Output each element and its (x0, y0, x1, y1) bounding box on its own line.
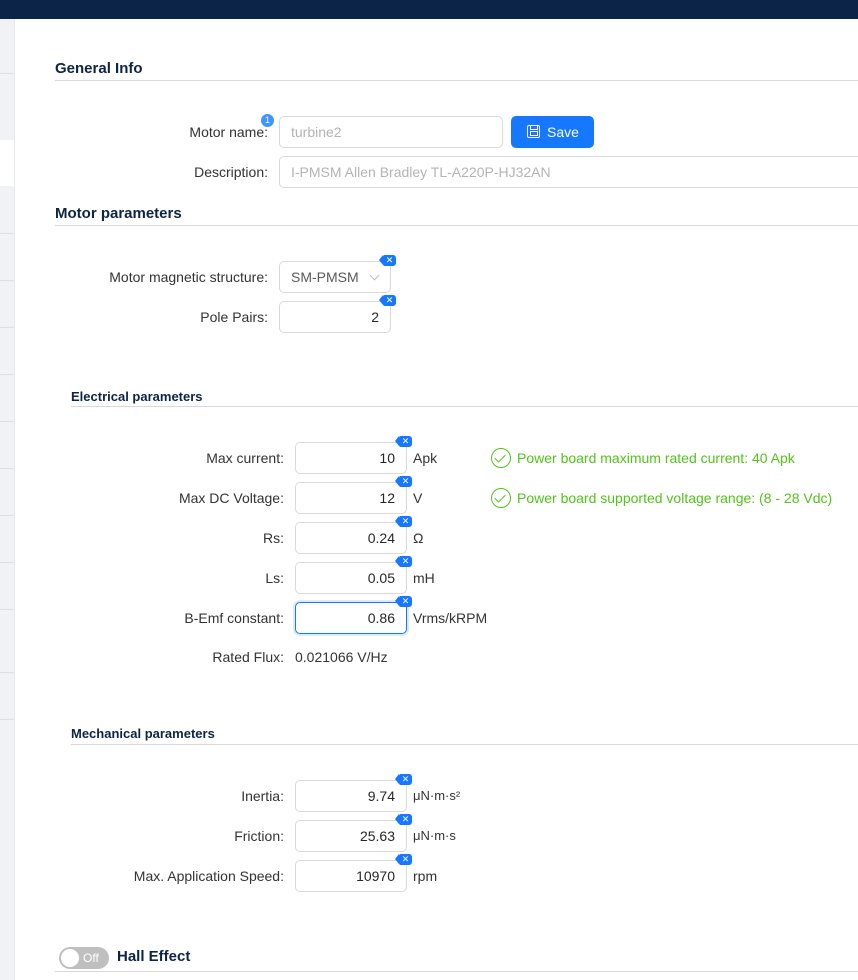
reset-structure-icon[interactable]: ✕ (379, 255, 396, 266)
chevron-down-icon (369, 270, 380, 281)
max-voltage-input[interactable]: 12 (295, 482, 407, 514)
max-current-unit: Apk (413, 450, 438, 466)
magnetic-structure-label: Motor magnetic structure: (109, 269, 268, 285)
toggle-state-label: Off (83, 951, 99, 965)
reset-max-voltage-icon[interactable]: ✕ (395, 476, 412, 487)
description-label: Description: (194, 164, 268, 180)
pole-pairs-input[interactable]: 2 (279, 301, 391, 333)
hall-effect-toggle[interactable]: Off (59, 947, 109, 969)
motor-name-label: Motor name: (189, 124, 268, 140)
reset-inertia-icon[interactable]: ✕ (395, 774, 412, 785)
rs-unit: Ω (413, 530, 424, 546)
rated-flux-value: 0.021066 V/Hz (295, 649, 388, 665)
description-input[interactable]: I-PMSM Allen Bradley TL-A220P-HJ32AN (279, 156, 858, 188)
check-circle-icon (491, 488, 511, 508)
inertia-unit: μN·m·s² (413, 788, 461, 803)
inertia-label: Inertia: (241, 788, 284, 804)
max-voltage-message: Power board supported voltage range: (8 … (517, 490, 833, 506)
ls-label: Ls: (265, 570, 284, 586)
friction-input[interactable]: 25.63 (295, 820, 407, 852)
motor-name-count-badge: 1 (261, 114, 274, 127)
max-voltage-label: Max DC Voltage: (178, 490, 284, 506)
max-speed-input[interactable]: 10970 (295, 860, 407, 892)
max-speed-label: Max. Application Speed: (133, 868, 284, 884)
rs-input[interactable]: 0.24 (295, 522, 407, 554)
reset-max-current-icon[interactable]: ✕ (395, 436, 412, 447)
magnetic-structure-value: SM-PMSM (291, 269, 359, 285)
friction-unit: μN·m·s (413, 828, 456, 843)
top-header-bar (0, 0, 858, 19)
max-speed-unit: rpm (413, 868, 438, 884)
max-current-label: Max current: (206, 450, 284, 466)
general-info-title: General Info (55, 60, 143, 77)
ls-unit: mH (413, 570, 435, 586)
check-circle-icon (491, 448, 511, 468)
rs-label: Rs: (263, 530, 284, 546)
hall-effect-title: Hall Effect (117, 948, 191, 965)
reset-friction-icon[interactable]: ✕ (395, 814, 412, 825)
ls-input[interactable]: 0.05 (295, 562, 407, 594)
toggle-knob (61, 949, 79, 967)
max-current-message: Power board maximum rated current: 40 Ap… (517, 450, 795, 466)
reset-bemf-icon[interactable]: ✕ (395, 596, 412, 607)
electrical-parameters-title: Electrical parameters (71, 389, 203, 404)
reset-ls-icon[interactable]: ✕ (395, 556, 412, 567)
reset-max-speed-icon[interactable]: ✕ (395, 854, 412, 865)
mechanical-parameters-title: Mechanical parameters (71, 726, 215, 741)
motor-name-input[interactable]: turbine2 (279, 116, 503, 148)
pole-pairs-label: Pole Pairs: (200, 309, 268, 325)
left-sidebar (0, 19, 15, 980)
magnetic-structure-select[interactable]: SM-PMSM (279, 261, 391, 293)
max-voltage-unit: V (413, 490, 423, 506)
sidebar-selected-item[interactable] (0, 140, 15, 186)
motor-parameters-title: Motor parameters (55, 205, 182, 222)
reset-rs-icon[interactable]: ✕ (395, 516, 412, 527)
bemf-unit: Vrms/kRPM (413, 610, 488, 626)
bemf-input[interactable]: 0.86 (295, 602, 407, 634)
bemf-label: B-Emf constant: (184, 610, 284, 626)
max-current-input[interactable]: 10 (295, 442, 407, 474)
reset-pole-pairs-icon[interactable]: ✕ (379, 295, 396, 306)
save-icon (527, 125, 540, 138)
friction-label: Friction: (234, 828, 284, 844)
save-button-label: Save (547, 124, 579, 140)
save-button[interactable]: Save (511, 116, 594, 148)
inertia-input[interactable]: 9.74 (295, 780, 407, 812)
rated-flux-label: Rated Flux: (212, 649, 284, 665)
